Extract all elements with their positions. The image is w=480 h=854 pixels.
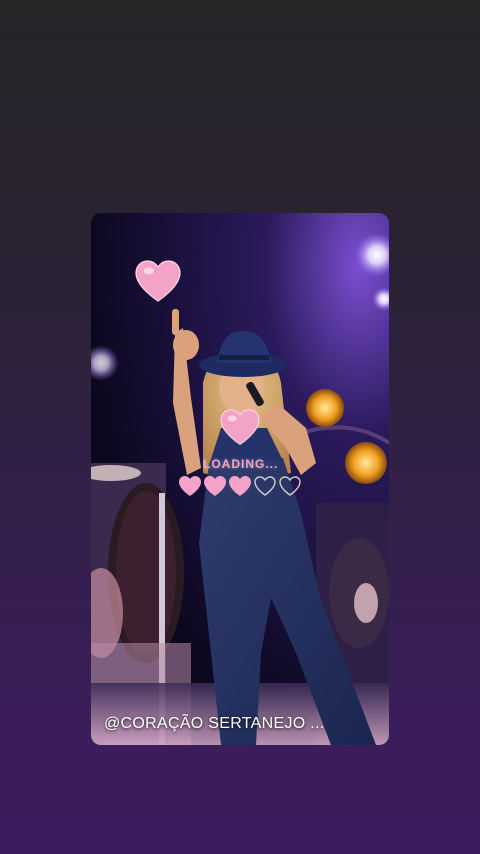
caption-username[interactable]: @CORAÇÃO SERTANEJO ... bbox=[104, 715, 325, 733]
story-card[interactable]: LOADING... @CORAÇÃO SERTANEJO ... bbox=[91, 213, 389, 745]
loading-text: LOADING... bbox=[203, 457, 279, 471]
heart-icon bbox=[220, 409, 260, 445]
loading-progress bbox=[178, 475, 302, 497]
heart-icon bbox=[229, 476, 251, 496]
heart-outline-icon bbox=[279, 476, 301, 496]
heart-icon bbox=[204, 476, 226, 496]
heart-icon bbox=[179, 476, 201, 496]
heart-outline-icon bbox=[254, 476, 276, 496]
heart-icon bbox=[135, 260, 181, 302]
